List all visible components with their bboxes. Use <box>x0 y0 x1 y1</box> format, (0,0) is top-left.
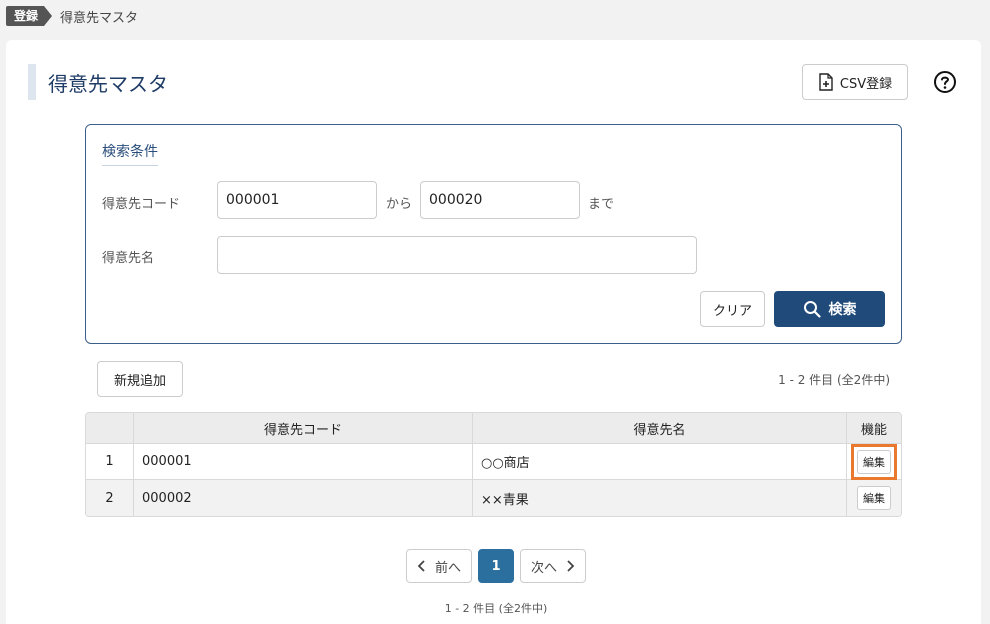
row-name: ××青果 <box>473 480 847 516</box>
header-function: 機能 <box>847 413 901 444</box>
csv-register-label: CSV登録 <box>839 76 893 92</box>
breadcrumb-current: 得意先マスタ <box>60 10 139 26</box>
table-row[interactable]: 2 000002 ××青果 編集 <box>86 480 901 516</box>
highlight-frame: 編集 <box>851 443 897 480</box>
page-number-button[interactable]: 1 <box>478 549 514 583</box>
row-code: 000002 <box>134 480 473 516</box>
chevron-left-icon <box>417 560 425 572</box>
next-page-label: 次へ <box>530 560 557 576</box>
table-row[interactable]: 1 000001 ○○商店 編集 <box>86 443 901 480</box>
search-icon <box>803 301 821 318</box>
title-accent-bar <box>28 64 36 100</box>
row-name: ○○商店 <box>473 444 847 480</box>
add-new-button[interactable]: 新規追加 <box>97 361 183 397</box>
search-button-label: 検索 <box>828 302 857 318</box>
code-to-input[interactable] <box>420 181 580 219</box>
edit-button[interactable]: 編集 <box>857 449 891 474</box>
page-title: 得意先マスタ <box>28 64 168 100</box>
name-input[interactable] <box>217 236 697 274</box>
customer-table: 得意先コード 得意先名 機能 1 000001 ○○商店 編集 2 000002… <box>85 412 902 517</box>
header-code[interactable]: 得意先コード <box>134 413 473 444</box>
help-circle-icon[interactable] <box>933 70 957 94</box>
main-card: 得意先マスタ CSV登録 検索条件 得意先コード から まで 得意先名 クリア … <box>6 40 981 624</box>
page-title-text: 得意先マスタ <box>48 71 168 96</box>
code-label: 得意先コード <box>102 197 181 212</box>
breadcrumb: 登録 得意先マスタ <box>6 6 138 26</box>
clear-button[interactable]: クリア <box>700 291 765 327</box>
name-label: 得意先名 <box>102 251 155 266</box>
next-page-button[interactable]: 次へ <box>520 549 586 583</box>
row-number: 2 <box>86 480 134 516</box>
row-code: 000001 <box>134 444 473 480</box>
search-button[interactable]: 検索 <box>774 291 885 327</box>
prev-page-button[interactable]: 前へ <box>406 549 472 583</box>
table-header-row: 得意先コード 得意先名 機能 <box>86 413 901 444</box>
edit-button[interactable]: 編集 <box>857 486 891 510</box>
header-number <box>86 413 134 444</box>
row-action-cell: 編集 <box>847 480 901 516</box>
to-text: まで <box>588 197 615 212</box>
row-action-cell: 編集 <box>847 443 901 480</box>
search-conditions-panel: 検索条件 得意先コード から まで 得意先名 クリア 検索 <box>85 124 902 344</box>
result-count-top: 1 - 2 件目 (全2件中) <box>778 373 890 387</box>
from-text: から <box>386 197 413 212</box>
chevron-right-icon <box>567 560 575 572</box>
header-name[interactable]: 得意先名 <box>473 413 847 444</box>
result-count-bottom: 1 - 2 件目 (全2件中) <box>444 602 548 615</box>
prev-page-label: 前へ <box>434 560 461 576</box>
row-number: 1 <box>86 444 134 480</box>
pagination: 前へ 1 次へ <box>406 549 592 583</box>
csv-register-button[interactable]: CSV登録 <box>802 64 908 100</box>
search-heading: 検索条件 <box>102 141 158 166</box>
file-plus-icon <box>819 73 833 91</box>
breadcrumb-tag[interactable]: 登録 <box>6 6 53 26</box>
code-from-input[interactable] <box>217 181 377 219</box>
